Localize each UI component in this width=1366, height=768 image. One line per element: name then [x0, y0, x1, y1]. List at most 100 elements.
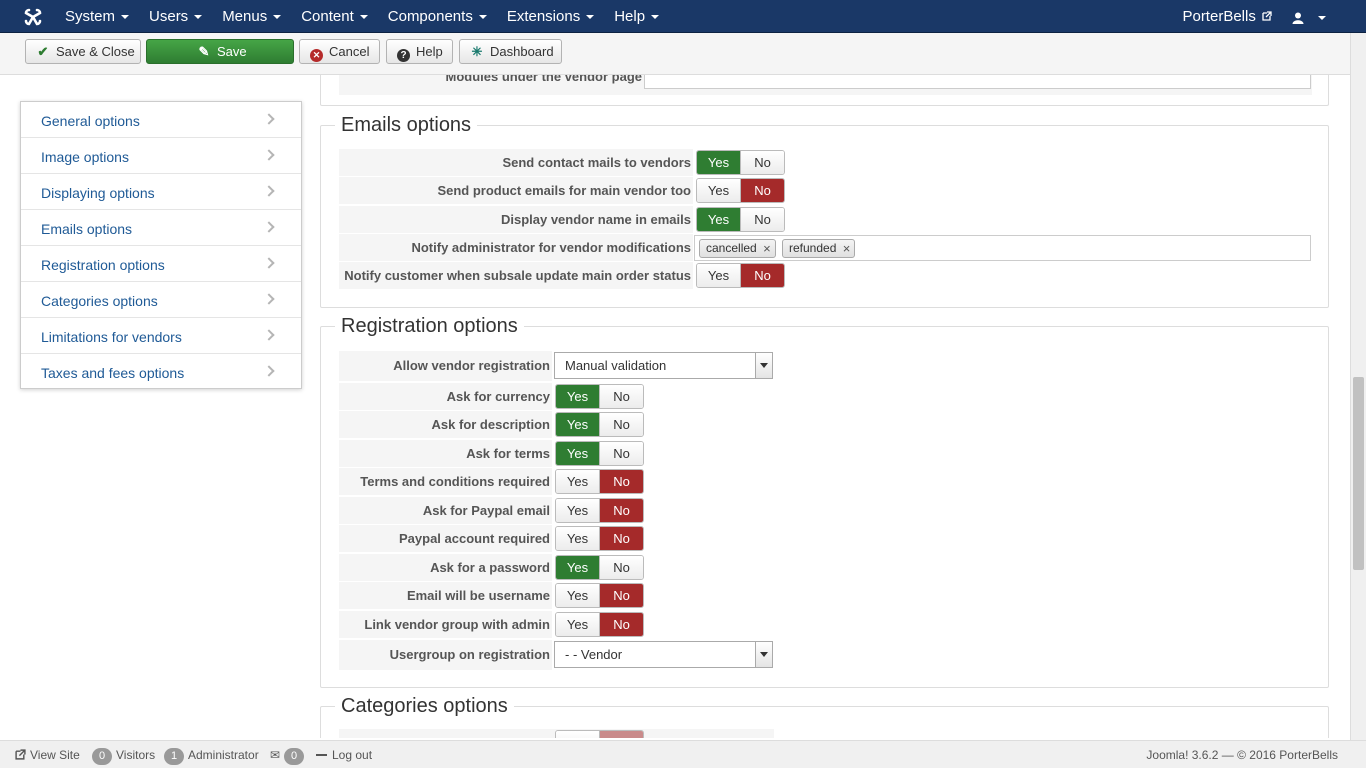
save-button[interactable]: ✎ Save [146, 39, 294, 64]
menu-menus[interactable]: Menus [212, 0, 291, 33]
yes-option[interactable]: Yes [556, 385, 599, 408]
form-row: Terms and conditions required Yes No [339, 468, 774, 495]
caret-down-icon [359, 15, 368, 20]
yes-no-toggle[interactable]: Yes No [696, 178, 785, 203]
sidebar-item-general[interactable]: General options [21, 102, 301, 138]
sidebar-item-categories[interactable]: Categories options [21, 282, 301, 318]
no-option[interactable]: No [740, 151, 784, 174]
yes-no-toggle[interactable]: Yes No [555, 469, 644, 494]
no-option[interactable]: No [599, 385, 643, 408]
yes-option[interactable]: Yes [697, 264, 740, 287]
yes-option[interactable]: Yes [697, 208, 740, 231]
no-option[interactable]: No [740, 179, 784, 202]
joomla-logo-icon[interactable] [22, 6, 44, 28]
sidebar-item-registration[interactable]: Registration options [21, 246, 301, 282]
main-menu: System Users Menus Content Components Ex… [55, 0, 669, 33]
no-option[interactable] [599, 731, 643, 738]
tag-chip: refunded × [782, 239, 856, 258]
yes-option[interactable]: Yes [556, 584, 599, 607]
yes-option[interactable]: Yes [556, 556, 599, 579]
scrollbar-thumb[interactable] [1353, 377, 1364, 570]
yes-no-toggle[interactable]: Yes No [555, 498, 644, 523]
menu-extensions[interactable]: Extensions [497, 0, 604, 33]
yes-no-toggle[interactable]: Yes No [555, 555, 644, 580]
user-menu[interactable] [1292, 0, 1326, 33]
main-content: Modules under the vendor page General op… [0, 75, 1350, 738]
no-option[interactable]: No [599, 584, 643, 607]
yes-no-toggle[interactable]: Yes No [555, 612, 644, 637]
menu-users[interactable]: Users [139, 0, 212, 33]
sidebar-item-taxes[interactable]: Taxes and fees options [21, 354, 301, 390]
yes-option[interactable]: Yes [556, 527, 599, 550]
menu-help[interactable]: Help [604, 0, 669, 33]
sidebar-item-displaying[interactable]: Displaying options [21, 174, 301, 210]
menu-components[interactable]: Components [378, 0, 497, 33]
cancel-circle-icon: ✕ [310, 49, 323, 62]
menu-content[interactable]: Content [291, 0, 378, 33]
order-status-tag-input[interactable]: cancelled × refunded × [694, 235, 1311, 261]
form-row: Display vendor name in emails Yes No [339, 206, 1312, 233]
remove-tag-icon[interactable]: × [843, 240, 851, 257]
yes-no-toggle[interactable]: Yes No [555, 384, 644, 409]
yes-option[interactable] [556, 731, 599, 738]
messages-badge: 0 [284, 748, 305, 765]
visitors-badge: 0 [92, 748, 112, 765]
section-title: Categories options [335, 693, 514, 719]
no-option[interactable]: No [599, 442, 643, 465]
no-option[interactable]: No [599, 556, 643, 579]
page-scrollbar[interactable] [1350, 33, 1366, 740]
no-option[interactable]: No [599, 470, 643, 493]
displaying-options-panel-partial: Modules under the vendor page [320, 75, 1329, 106]
view-site-link[interactable]: View Site [15, 741, 80, 768]
modules-input[interactable] [644, 75, 1311, 89]
yes-option[interactable]: Yes [556, 442, 599, 465]
form-row: Link vendor group with admin Yes No [339, 611, 774, 638]
yes-no-toggle[interactable]: Yes No [555, 583, 644, 608]
dropdown-arrow-icon [755, 642, 772, 667]
dashboard-button[interactable]: ✳ Dashboard [459, 39, 562, 64]
form-row: Send contact mails to vendors Yes No [339, 149, 1312, 176]
no-option[interactable]: No [740, 264, 784, 287]
cancel-button[interactable]: ✕ Cancel [299, 39, 380, 64]
no-option[interactable]: No [740, 208, 784, 231]
field-label: Usergroup on registration [389, 647, 550, 662]
yes-no-toggle[interactable]: Yes No [555, 526, 644, 551]
yes-option[interactable]: Yes [556, 413, 599, 436]
sidebar-item-image[interactable]: Image options [21, 138, 301, 174]
no-option[interactable]: No [599, 499, 643, 522]
no-option[interactable]: No [599, 413, 643, 436]
sidebar-item-emails[interactable]: Emails options [21, 210, 301, 246]
yes-option[interactable]: Yes [556, 613, 599, 636]
yes-no-toggle[interactable] [555, 730, 644, 738]
form-row: Ask for terms Yes No [339, 440, 774, 467]
yes-no-toggle[interactable]: Yes No [555, 441, 644, 466]
logout-link[interactable]: Log out [316, 741, 372, 768]
yes-option[interactable]: Yes [697, 151, 740, 174]
messages-status[interactable]: ✉ 0 [270, 741, 308, 768]
yes-option[interactable]: Yes [697, 179, 740, 202]
field-label: Display vendor name in emails [500, 212, 691, 227]
external-link-icon [1262, 11, 1272, 21]
yes-option[interactable]: Yes [556, 470, 599, 493]
sidebar-item-limitations[interactable]: Limitations for vendors [21, 318, 301, 354]
yes-option[interactable]: Yes [556, 499, 599, 522]
yes-no-toggle[interactable]: Yes No [696, 263, 785, 288]
field-label: Paypal account required [399, 531, 550, 546]
form-row: Ask for currency Yes No [339, 383, 774, 410]
edit-icon: ✎ [198, 44, 210, 59]
no-option[interactable]: No [599, 613, 643, 636]
yes-no-toggle[interactable]: Yes No [555, 412, 644, 437]
save-close-button[interactable]: ✔ Save & Close [25, 39, 141, 64]
site-link[interactable]: PorterBells [1182, 0, 1272, 33]
chevron-right-icon [263, 293, 275, 305]
usergroup-select[interactable]: - - Vendor [554, 641, 773, 668]
yes-no-toggle[interactable]: Yes No [696, 207, 785, 232]
no-option[interactable]: No [599, 527, 643, 550]
help-button[interactable]: ? Help [386, 39, 453, 64]
remove-tag-icon[interactable]: × [763, 240, 771, 257]
categories-options-panel: Categories options [320, 693, 1329, 738]
vendor-registration-select[interactable]: Manual validation [554, 352, 773, 379]
yes-no-toggle[interactable]: Yes No [696, 150, 785, 175]
menu-system[interactable]: System [55, 0, 139, 33]
form-row: Send product emails for main vendor too … [339, 177, 1312, 204]
